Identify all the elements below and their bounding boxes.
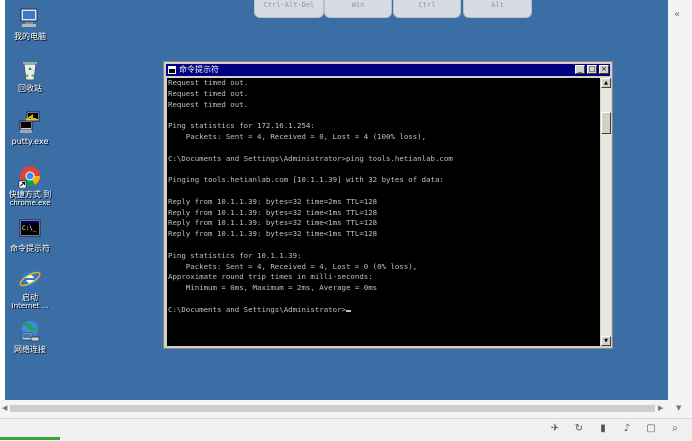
my-computer-icon [18, 6, 42, 30]
desktop-icon-label: 快捷方式 到 [8, 190, 52, 199]
zoom-icon[interactable]: ⌕ [669, 423, 681, 435]
cmd-window[interactable]: 命令提示符 _ □ × Request timed out. Request t… [163, 61, 613, 349]
svg-text:C:\_: C:\_ [22, 225, 37, 232]
desktop: Ctrl-Alt-Del Win Ctrl Alt 我的电脑 回收站 putty… [5, 0, 668, 400]
desktop-icon-network-connections[interactable]: 网络连接 [5, 319, 58, 354]
refresh-icon[interactable]: ↻ [573, 423, 585, 435]
desktop-icon-chrome[interactable]: 快捷方式 到 chrome.exe [5, 164, 58, 207]
pin-icon[interactable]: ✈ [549, 423, 561, 435]
desktop-icon-label: 命令提示符 [10, 244, 50, 253]
window-title: 命令提示符 [179, 65, 219, 74]
scroll-thumb[interactable] [601, 112, 611, 134]
delete-icon[interactable]: ▮ [597, 423, 609, 435]
desktop-icon-internet-explorer[interactable]: 启动 Internet ... [5, 267, 58, 310]
close-button[interactable]: × [599, 65, 609, 74]
volume-icon[interactable]: ♪ [621, 423, 633, 435]
scroll-left-icon[interactable]: ◀ [2, 404, 7, 412]
ctrl-alt-del-key[interactable]: Ctrl-Alt-Del [254, 0, 324, 18]
cmd-window-icon[interactable] [168, 66, 176, 74]
internet-explorer-icon [18, 267, 42, 291]
side-panel: « ▼ [668, 0, 692, 418]
cmd-icon: C:\_ [18, 218, 42, 242]
scroll-down-arrow-icon[interactable]: ▼ [676, 404, 681, 412]
recycle-bin-icon [18, 58, 42, 82]
viewer-toolbar: ✈ ↻ ▮ ♪ ▢ ⌕ [0, 418, 692, 441]
horizontal-scroll-thumb[interactable] [10, 405, 655, 412]
console-text: Request timed out. Request timed out. Re… [167, 78, 600, 316]
window-titlebar[interactable]: 命令提示符 _ □ × [166, 64, 610, 76]
scroll-up-button[interactable]: ▲ [601, 78, 611, 88]
scroll-down-button[interactable]: ▼ [601, 336, 611, 346]
desktop-icon-label: 回收站 [18, 84, 42, 93]
chrome-icon [18, 164, 42, 189]
desktop-icon-putty[interactable]: putty.exe [5, 111, 58, 146]
ctrl-key[interactable]: Ctrl [393, 0, 461, 18]
console-output[interactable]: Request timed out. Request timed out. Re… [167, 78, 600, 346]
desktop-icon-label: 我的电脑 [14, 32, 46, 41]
desktop-icon-cmd[interactable]: C:\_ 命令提示符 [5, 218, 58, 253]
desktop-icon-label-line2: chrome.exe [9, 199, 51, 207]
desktop-icon-label: 启动 [22, 293, 38, 302]
horizontal-scrollbar[interactable]: ◀ ▶ [0, 400, 668, 418]
desktop-icon-label-line2: Internet ... [11, 302, 49, 310]
minimize-button[interactable]: _ [575, 65, 585, 74]
console-text-content: Request timed out. Request timed out. Re… [168, 78, 453, 314]
network-connections-icon [18, 319, 42, 343]
desktop-icon-label: putty.exe [11, 137, 49, 146]
desktop-icon-recycle-bin[interactable]: 回收站 [5, 58, 58, 93]
window-icon[interactable]: ▢ [645, 423, 657, 435]
maximize-button[interactable]: □ [587, 65, 597, 74]
collapse-panel-icon[interactable]: « [674, 9, 680, 20]
desktop-icon-my-computer[interactable]: 我的电脑 [5, 6, 58, 41]
putty-icon [18, 111, 42, 135]
text-cursor [345, 309, 351, 312]
desktop-icon-label: 网络连接 [14, 345, 46, 354]
alt-key[interactable]: Alt [463, 0, 532, 18]
vertical-scrollbar[interactable]: ▲ ▼ [601, 78, 611, 346]
scroll-right-icon[interactable]: ▶ [658, 404, 663, 412]
win-key[interactable]: Win [324, 0, 392, 18]
